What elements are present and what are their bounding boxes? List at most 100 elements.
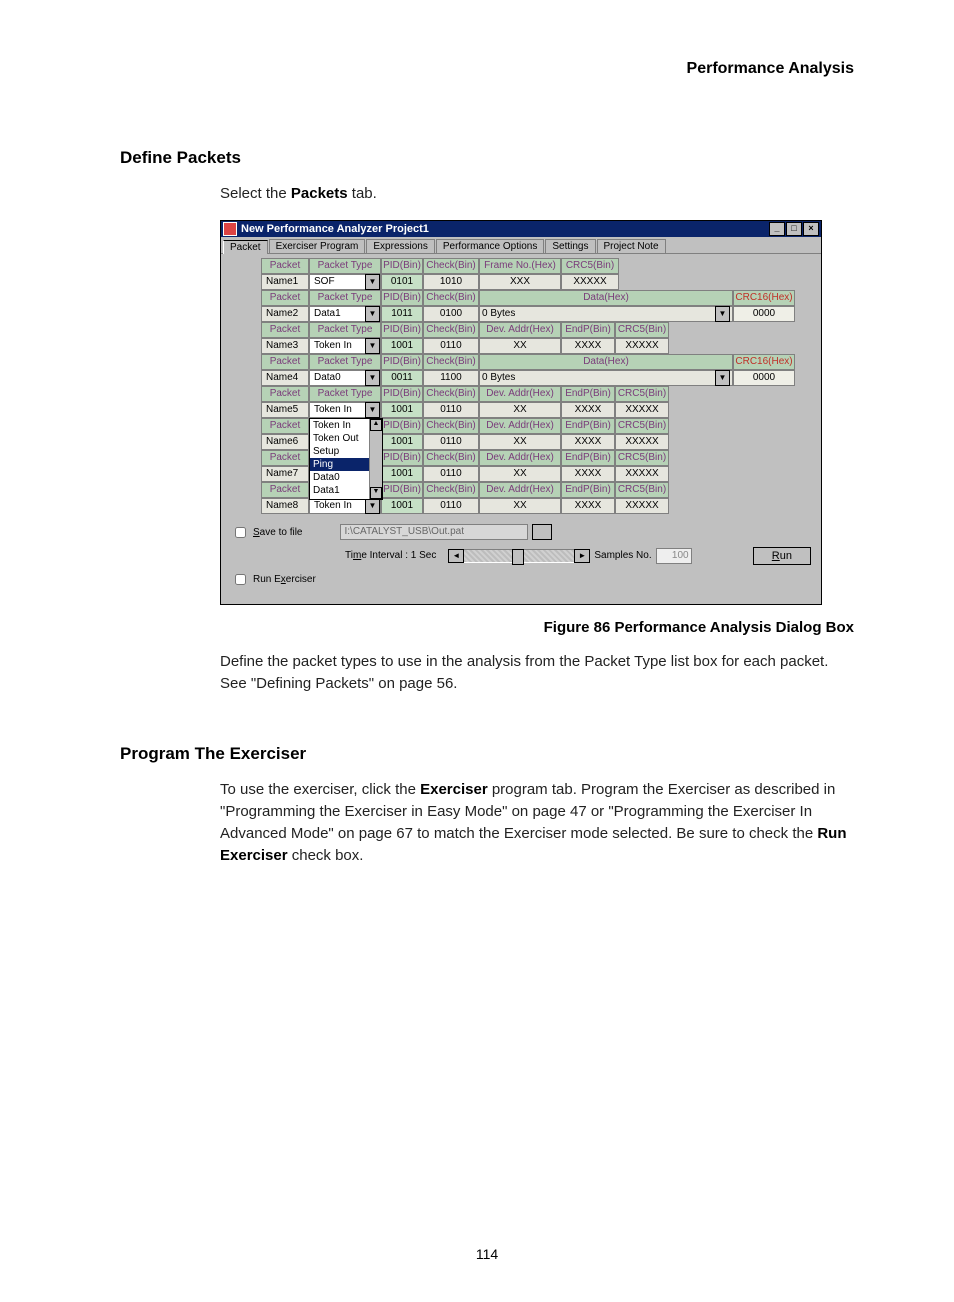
chevron-down-icon[interactable]: ▼ [715, 306, 730, 322]
v: SOF [314, 276, 335, 287]
packet-type-select[interactable]: Token In▼ [309, 498, 381, 514]
col-packet: Packet [261, 258, 309, 274]
addr-field[interactable]: XX [479, 338, 561, 354]
tab-exerciser-program[interactable]: Exerciser Program [269, 239, 366, 253]
endp-field[interactable]: XXXX [561, 466, 615, 482]
addr-field[interactable]: XX [479, 466, 561, 482]
t: Select the [220, 185, 291, 202]
endp-field[interactable]: XXXX [561, 338, 615, 354]
close-button[interactable]: × [803, 222, 819, 236]
pid-field[interactable]: 1001 [381, 434, 423, 450]
v: Data1 [314, 308, 341, 319]
row-name: Name3 [261, 338, 309, 354]
time-interval-label: Time Interval : 1 Sec [345, 550, 436, 561]
data-field[interactable]: 0 Bytes▼ [479, 306, 733, 322]
addr-field[interactable]: XX [479, 498, 561, 514]
dropdown-scrollbar[interactable]: ▲ ▼ [369, 419, 382, 499]
col-check: Check(Bin) [423, 482, 479, 498]
scroll-down-icon[interactable]: ▼ [370, 487, 382, 499]
col-frame: Frame No.(Hex) [479, 258, 561, 274]
addr-field[interactable]: XX [479, 434, 561, 450]
addr-field[interactable]: XX [479, 402, 561, 418]
save-path-field[interactable]: I:\CATALYST_USB\Out.pat [340, 524, 528, 540]
packet-type-select[interactable]: Data0 ▼ [309, 370, 381, 386]
tab-performance-options[interactable]: Performance Options [436, 239, 545, 253]
v: Token In [314, 340, 352, 351]
samples-no-field[interactable]: 100 [656, 548, 692, 564]
col-pid: PID(Bin) [381, 354, 423, 370]
packet-type-dropdown-list[interactable]: Token In Token Out Setup Ping Data0 Data… [309, 418, 383, 500]
v: Data0 [314, 372, 341, 383]
pid-field[interactable]: 1001 [381, 466, 423, 482]
data-field[interactable]: 0 Bytes▼ [479, 370, 733, 386]
col-packet: Packet [261, 482, 309, 498]
window-title: New Performance Analyzer Project1 [241, 223, 429, 235]
browse-button[interactable] [532, 524, 552, 540]
packet-type-select[interactable]: SOF ▼ [309, 274, 381, 290]
chevron-down-icon[interactable]: ▼ [365, 274, 380, 290]
packet-type-select[interactable]: Token In ▼ [309, 338, 381, 354]
crc5-field: XXXXX [615, 434, 669, 450]
check-field: 0110 [423, 498, 479, 514]
pid-field[interactable]: 0101 [381, 274, 423, 290]
col-endp: EndP(Bin) [561, 322, 615, 338]
section2-para: To use the exerciser, click the Exercise… [220, 779, 854, 866]
run-button[interactable]: Run [753, 547, 811, 565]
col-pid: PID(Bin) [381, 386, 423, 402]
packet-type-select[interactable]: Data1 ▼ [309, 306, 381, 322]
pid-field[interactable]: 1001 [381, 498, 423, 514]
tab-expressions[interactable]: Expressions [366, 239, 434, 253]
col-datahex: Data(Hex) [479, 354, 733, 370]
col-addr: Dev. Addr(Hex) [479, 386, 561, 402]
row-name: Name4 [261, 370, 309, 386]
col-check: Check(Bin) [423, 258, 479, 274]
samples-no-label: Samples No. [594, 550, 651, 561]
endp-field[interactable]: XXXX [561, 434, 615, 450]
pid-field[interactable]: 1001 [381, 402, 423, 418]
frame-field[interactable]: XXX [479, 274, 561, 290]
endp-field[interactable]: XXXX [561, 498, 615, 514]
packet-type-select-open[interactable]: Token In▼ [309, 402, 381, 418]
slider-thumb[interactable] [512, 549, 524, 565]
tab-project-note[interactable]: Project Note [597, 239, 666, 253]
slider-left-icon[interactable]: ◄ [448, 549, 464, 563]
tab-packet[interactable]: Packet [223, 240, 268, 254]
maximize-button[interactable]: □ [786, 222, 802, 236]
tab-settings[interactable]: Settings [545, 239, 595, 253]
pid-field[interactable]: 1011 [381, 306, 423, 322]
endp-field[interactable]: XXXX [561, 402, 615, 418]
row-name: Name6 [261, 434, 309, 450]
chevron-down-icon[interactable]: ▼ [365, 338, 380, 354]
t: To use the exerciser, click the [220, 781, 420, 798]
titlebar[interactable]: New Performance Analyzer Project1 _ □ × [221, 221, 821, 237]
col-packet: Packet [261, 418, 309, 434]
check-field: 0110 [423, 466, 479, 482]
section-define-packets-title: Define Packets [120, 148, 854, 168]
col-crc5: CRC5(Bin) [615, 386, 669, 402]
slider-right-icon[interactable]: ► [574, 549, 590, 563]
chevron-down-icon[interactable]: ▼ [365, 306, 380, 322]
chevron-down-icon[interactable]: ▼ [365, 498, 380, 514]
chevron-down-icon[interactable]: ▼ [365, 402, 380, 418]
time-interval-slider[interactable]: ◄ ► [448, 549, 590, 563]
scroll-up-icon[interactable]: ▲ [370, 419, 382, 431]
col-crc5: CRC5(Bin) [615, 418, 669, 434]
pid-field[interactable]: 1001 [381, 338, 423, 354]
col-addr: Dev. Addr(Hex) [479, 482, 561, 498]
col-pid: PID(Bin) [381, 482, 423, 498]
save-to-file-checkbox[interactable] [235, 527, 246, 538]
dialog-window: New Performance Analyzer Project1 _ □ × … [220, 220, 822, 605]
crc16-field: 0000 [733, 370, 795, 386]
slider-track[interactable] [464, 549, 574, 563]
col-endp: EndP(Bin) [561, 450, 615, 466]
col-pid: PID(Bin) [381, 258, 423, 274]
packet-grid: Packet Packet Type PID(Bin) Check(Bin) F… [221, 254, 821, 518]
chevron-down-icon[interactable]: ▼ [365, 370, 380, 386]
pid-field[interactable]: 0011 [381, 370, 423, 386]
col-packet-type: Packet Type [309, 322, 381, 338]
section1-intro: Select the Packets tab. [220, 183, 854, 205]
chevron-down-icon[interactable]: ▼ [715, 370, 730, 386]
run-exerciser-checkbox[interactable] [235, 574, 246, 585]
col-datahex: Data(Hex) [479, 290, 733, 306]
minimize-button[interactable]: _ [769, 222, 785, 236]
